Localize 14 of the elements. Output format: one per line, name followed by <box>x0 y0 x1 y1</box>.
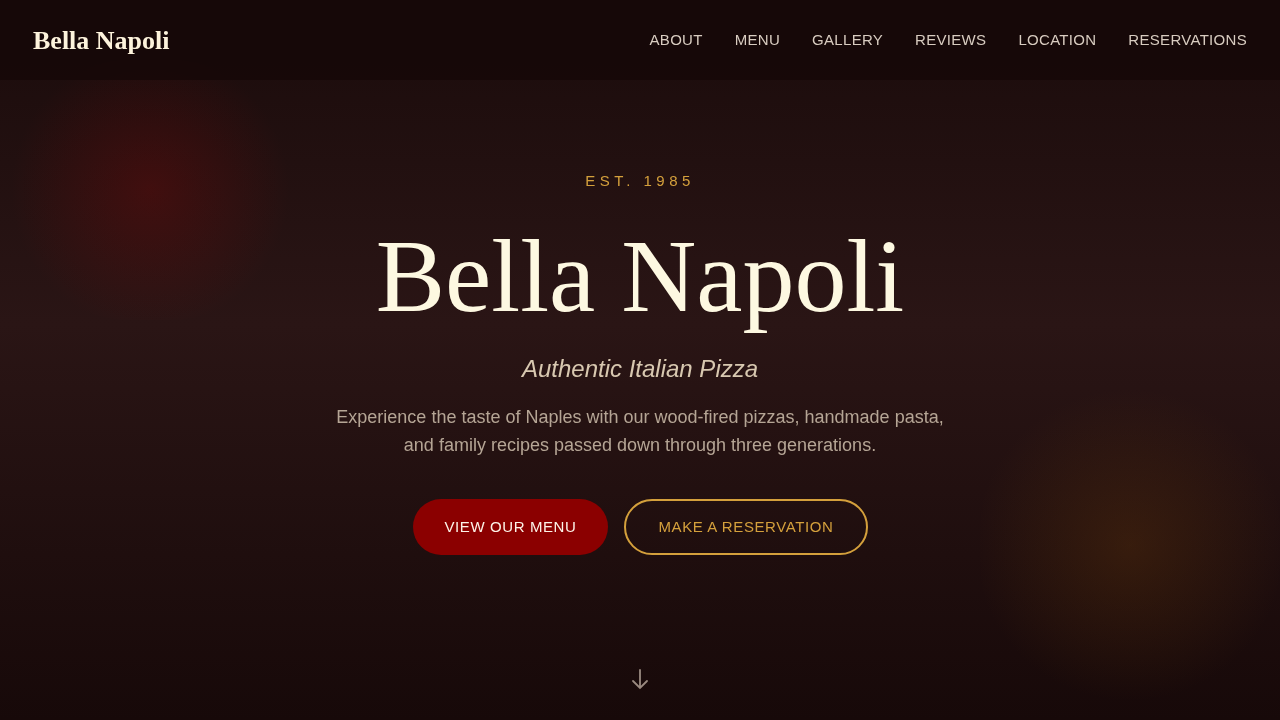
established-label: EST. 1985 <box>585 171 695 191</box>
nav-link[interactable]: LOCATION <box>1018 28 1097 52</box>
nav-link[interactable]: REVIEWS <box>915 28 987 52</box>
hero-subtitle: Authentic Italian Pizza <box>521 353 759 384</box>
logo[interactable]: Bella Napoli <box>33 20 170 60</box>
down-arrow-icon[interactable] <box>630 666 650 691</box>
hero-description: Experience the taste of Naples with our wood-fired pizzas, handmade pasta, and family recipes passed down through three generations. <box>335 405 945 457</box>
nav-link[interactable]: RESERVATIONS <box>1128 28 1247 52</box>
nav-link[interactable]: ABOUT <box>649 28 703 52</box>
hero-title: Bella Napoli <box>375 218 905 333</box>
view-menu-button[interactable]: VIEW OUR MENU <box>412 498 609 555</box>
nav-link[interactable]: GALLERY <box>812 28 884 52</box>
reservation-button[interactable]: MAKE A RESERVATION <box>624 498 868 555</box>
nav-link[interactable]: MENU <box>734 28 781 52</box>
